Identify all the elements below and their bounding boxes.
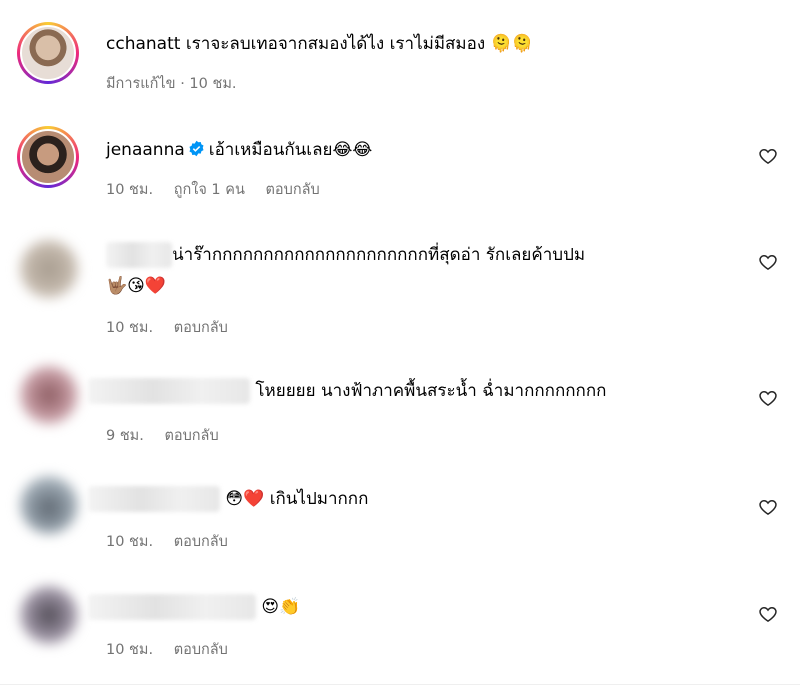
comment-time[interactable]: 10 ชม. bbox=[106, 642, 153, 658]
comment-line: jenaanna เอ้าเหมือนกันเลย😂😂 bbox=[106, 138, 372, 162]
comment-item: 😍👏 10 ชม. ตอบกลับ bbox=[0, 570, 800, 682]
avatar[interactable] bbox=[20, 476, 78, 534]
comment-text: โหยยยย นางฟ้าภาคพื้นสระน้ำ ฉ่ำมากกกกกกกก bbox=[255, 381, 607, 401]
comment-item: jenaanna เอ้าเหมือนกันเลย😂😂 10 ชม. ถูกใจ … bbox=[0, 110, 800, 220]
blurred-username[interactable] bbox=[88, 486, 220, 512]
reply-button[interactable]: ตอบกลับ bbox=[164, 428, 218, 444]
comment-meta: 10 ชม. ตอบกลับ bbox=[106, 316, 244, 339]
edited-time-label: มีการแก้ไข · 10 ชม. bbox=[106, 76, 237, 92]
comment-text: น่าร๊ากกกกกกกกกกกกกกกกกกกกกที่สุดอ่า รัก… bbox=[172, 245, 586, 265]
comment-time[interactable]: 10 ชม. bbox=[106, 320, 153, 336]
avatar[interactable] bbox=[20, 240, 78, 298]
comment-line-2: 🤟🏽😘❤️ bbox=[106, 274, 166, 298]
comment-item: น่าร๊ากกกกกกกกกกกกกกกกกกกกกที่สุดอ่า รัก… bbox=[0, 220, 800, 350]
avatar[interactable] bbox=[17, 126, 79, 188]
avatar[interactable] bbox=[20, 366, 78, 424]
comment-line: 😍👏 bbox=[88, 594, 300, 620]
blurred-username[interactable] bbox=[88, 594, 256, 620]
blurred-username[interactable] bbox=[106, 242, 172, 268]
reply-button[interactable]: ตอบกลับ bbox=[174, 534, 228, 550]
comment-meta: 9 ชม. ตอบกลับ bbox=[106, 424, 235, 447]
heart-outline-icon[interactable] bbox=[758, 388, 778, 408]
reply-button[interactable]: ตอบกลับ bbox=[174, 642, 228, 658]
avatar[interactable] bbox=[17, 22, 79, 84]
heart-outline-icon[interactable] bbox=[758, 252, 778, 272]
comment-line: 😳❤️ เกินไปมากกก bbox=[88, 486, 368, 512]
comment-line: cchanatt เราจะลบเทอจากสมองได้ไง เราไม่มี… bbox=[106, 32, 533, 56]
comment-item: 😳❤️ เกินไปมากกก 10 ชม. ตอบกลับ bbox=[0, 460, 800, 570]
comment-meta: มีการแก้ไข · 10 ชม. bbox=[106, 72, 253, 95]
likes-count[interactable]: ถูกใจ 1 คน bbox=[174, 182, 245, 198]
verified-badge-icon bbox=[189, 140, 204, 157]
heart-outline-icon[interactable] bbox=[758, 604, 778, 624]
heart-outline-icon[interactable] bbox=[758, 497, 778, 517]
comment-item: cchanatt เราจะลบเทอจากสมองได้ไง เราไม่มี… bbox=[0, 0, 800, 110]
comment-username[interactable]: cchanatt bbox=[106, 34, 180, 54]
reply-button[interactable]: ตอบกลับ bbox=[174, 320, 228, 336]
comment-emoji: 🤟🏽😘❤️ bbox=[106, 276, 167, 296]
comment-text: เราจะลบเทอจากสมองได้ไง เราไม่มีสมอง 🫠🫠 bbox=[185, 34, 533, 54]
comment-text: 😍👏 bbox=[261, 597, 301, 617]
avatar[interactable] bbox=[20, 586, 78, 644]
comment-item: โหยยยย นางฟ้าภาคพื้นสระน้ำ ฉ่ำมากกกกกกกก… bbox=[0, 350, 800, 460]
comment-text: 😳❤️ เกินไปมากกก bbox=[225, 489, 369, 509]
comment-time[interactable]: 9 ชม. bbox=[106, 428, 144, 444]
comment-meta: 10 ชม. ถูกใจ 1 คน ตอบกลับ bbox=[106, 178, 336, 201]
comment-meta: 10 ชม. ตอบกลับ bbox=[106, 638, 244, 661]
heart-outline-icon[interactable] bbox=[758, 146, 778, 166]
blurred-username[interactable] bbox=[88, 378, 250, 404]
comment-time[interactable]: 10 ชม. bbox=[106, 182, 153, 198]
comment-text: เอ้าเหมือนกันเลย😂😂 bbox=[208, 140, 373, 160]
comment-meta: 10 ชม. ตอบกลับ bbox=[106, 530, 244, 553]
reply-button[interactable]: ตอบกลับ bbox=[266, 182, 320, 198]
comment-time[interactable]: 10 ชม. bbox=[106, 534, 153, 550]
comment-line: โหยยยย นางฟ้าภาคพื้นสระน้ำ ฉ่ำมากกกกกกกก bbox=[88, 378, 606, 404]
comment-username[interactable]: jenaanna bbox=[106, 140, 185, 160]
comment-line: น่าร๊ากกกกกกกกกกกกกกกกกกกกกที่สุดอ่า รัก… bbox=[106, 242, 585, 268]
